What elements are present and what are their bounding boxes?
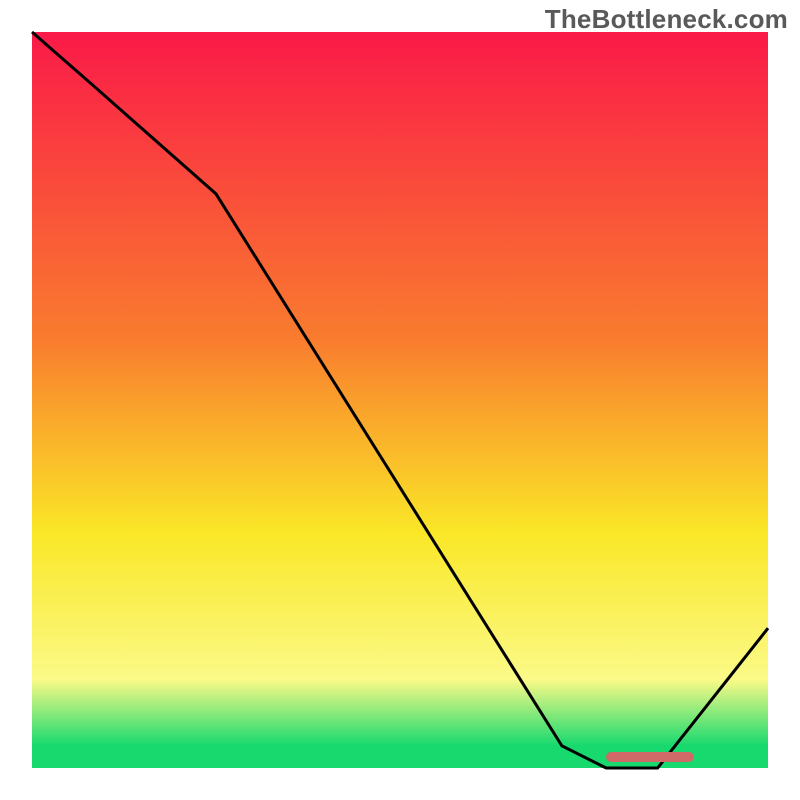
optimal-zone-bar bbox=[606, 752, 694, 762]
watermark-text: TheBottleneck.com bbox=[545, 4, 788, 35]
bottleneck-curve-path bbox=[32, 32, 768, 768]
bottleneck-curve bbox=[32, 32, 768, 768]
chart-container: TheBottleneck.com bbox=[0, 0, 800, 800]
plot-area bbox=[32, 32, 768, 768]
